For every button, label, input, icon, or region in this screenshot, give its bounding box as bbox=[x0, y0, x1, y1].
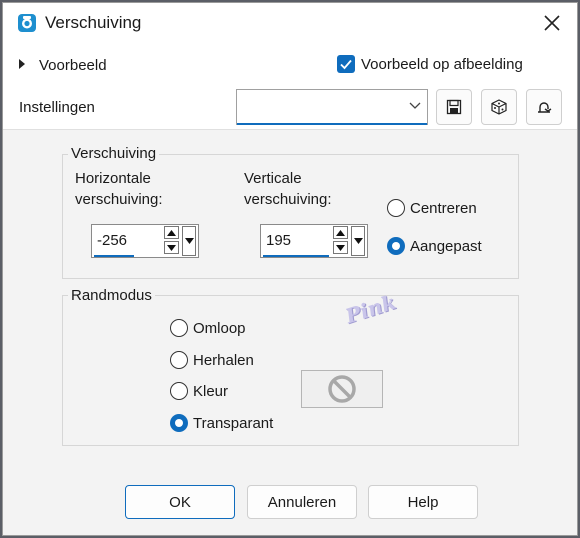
horizontal-offset-label-line1: Horizontale bbox=[75, 170, 151, 187]
custom-radio[interactable]: Aangepast bbox=[387, 237, 482, 255]
decrement-button[interactable] bbox=[164, 241, 179, 254]
preview-settings-bar: Voorbeeld Voorbeeld op afbeelding Instel… bbox=[3, 43, 577, 130]
triangle-up-icon bbox=[167, 229, 176, 236]
preview-expander[interactable]: Voorbeeld bbox=[19, 57, 107, 74]
repeat-radio[interactable]: Herhalen bbox=[170, 351, 254, 369]
custom-radio-label: Aangepast bbox=[410, 238, 482, 255]
triangle-down-icon bbox=[336, 244, 345, 251]
vertical-offset-value[interactable]: 195 bbox=[266, 232, 291, 249]
vertical-offset-label-line1: Verticale bbox=[244, 170, 302, 187]
focus-underline bbox=[94, 255, 134, 257]
save-icon bbox=[446, 99, 462, 115]
radio-selected-icon bbox=[387, 237, 405, 255]
decrement-button[interactable] bbox=[333, 241, 348, 254]
ok-button[interactable]: OK bbox=[125, 485, 235, 519]
focus-underline bbox=[263, 255, 329, 257]
expand-arrow-icon bbox=[19, 59, 25, 69]
help-button[interactable]: Help bbox=[368, 485, 478, 519]
triangle-down-icon bbox=[167, 244, 176, 251]
save-preset-button[interactable] bbox=[436, 89, 472, 125]
horizontal-offset-label-line2: verschuiving: bbox=[75, 191, 163, 208]
reset-icon bbox=[538, 102, 552, 113]
vertical-offset-spinbox[interactable]: 195 bbox=[260, 224, 368, 258]
color-radio-label: Kleur bbox=[193, 383, 229, 400]
horizontal-offset-value[interactable]: -256 bbox=[97, 232, 127, 249]
title-bar: Verschuiving bbox=[3, 3, 577, 43]
slider-popup-button[interactable] bbox=[182, 226, 196, 256]
center-radio-label: Centreren bbox=[410, 200, 477, 217]
dice-icon bbox=[491, 99, 507, 115]
chevron-down-icon bbox=[409, 102, 421, 109]
horizontal-offset-spinbox[interactable]: -256 bbox=[91, 224, 199, 258]
vertical-offset-label-line2: verschuiving: bbox=[244, 191, 332, 208]
edge-mode-group bbox=[62, 295, 519, 446]
radio-unselected-icon bbox=[170, 351, 188, 369]
increment-button[interactable] bbox=[164, 226, 179, 239]
slider-popup-button[interactable] bbox=[351, 226, 365, 256]
wrap-radio-label: Omloop bbox=[193, 320, 246, 337]
wrap-radio[interactable]: Omloop bbox=[170, 319, 246, 337]
edge-color-swatch[interactable] bbox=[301, 370, 383, 408]
radio-unselected-icon bbox=[387, 199, 405, 217]
repeat-radio-label: Herhalen bbox=[193, 352, 254, 369]
increment-button[interactable] bbox=[333, 226, 348, 239]
window-title: Verschuiving bbox=[45, 13, 142, 32]
preview-on-image-checkbox[interactable]: Voorbeeld op afbeelding bbox=[337, 55, 523, 73]
focus-underline bbox=[237, 123, 427, 125]
radio-unselected-icon bbox=[170, 319, 188, 337]
settings-dropdown[interactable] bbox=[236, 89, 428, 125]
settings-label: Instellingen bbox=[19, 99, 95, 116]
cancel-button[interactable]: Annuleren bbox=[247, 485, 357, 519]
app-icon bbox=[18, 14, 36, 32]
edge-mode-group-title: Randmodus bbox=[68, 287, 155, 304]
triangle-up-icon bbox=[336, 229, 345, 236]
randomize-button[interactable] bbox=[481, 89, 517, 125]
color-radio[interactable]: Kleur bbox=[170, 382, 228, 400]
offset-dialog: Verschuiving Voorbeeld Voorbeeld op afbe… bbox=[2, 2, 578, 536]
no-color-icon bbox=[328, 375, 356, 403]
transparent-radio[interactable]: Transparant bbox=[170, 414, 273, 432]
reset-button[interactable] bbox=[526, 89, 562, 125]
preview-on-image-label: Voorbeeld op afbeelding bbox=[361, 56, 523, 73]
triangle-down-icon bbox=[184, 238, 194, 244]
offset-group-title: Verschuiving bbox=[68, 145, 160, 162]
checkbox-checked-icon bbox=[337, 55, 355, 73]
radio-selected-icon bbox=[170, 414, 188, 432]
preview-label: Voorbeeld bbox=[39, 57, 107, 74]
radio-unselected-icon bbox=[170, 382, 188, 400]
center-radio[interactable]: Centreren bbox=[387, 199, 477, 217]
triangle-down-icon bbox=[353, 238, 363, 244]
close-icon[interactable] bbox=[541, 12, 563, 34]
transparent-radio-label: Transparant bbox=[193, 415, 274, 432]
